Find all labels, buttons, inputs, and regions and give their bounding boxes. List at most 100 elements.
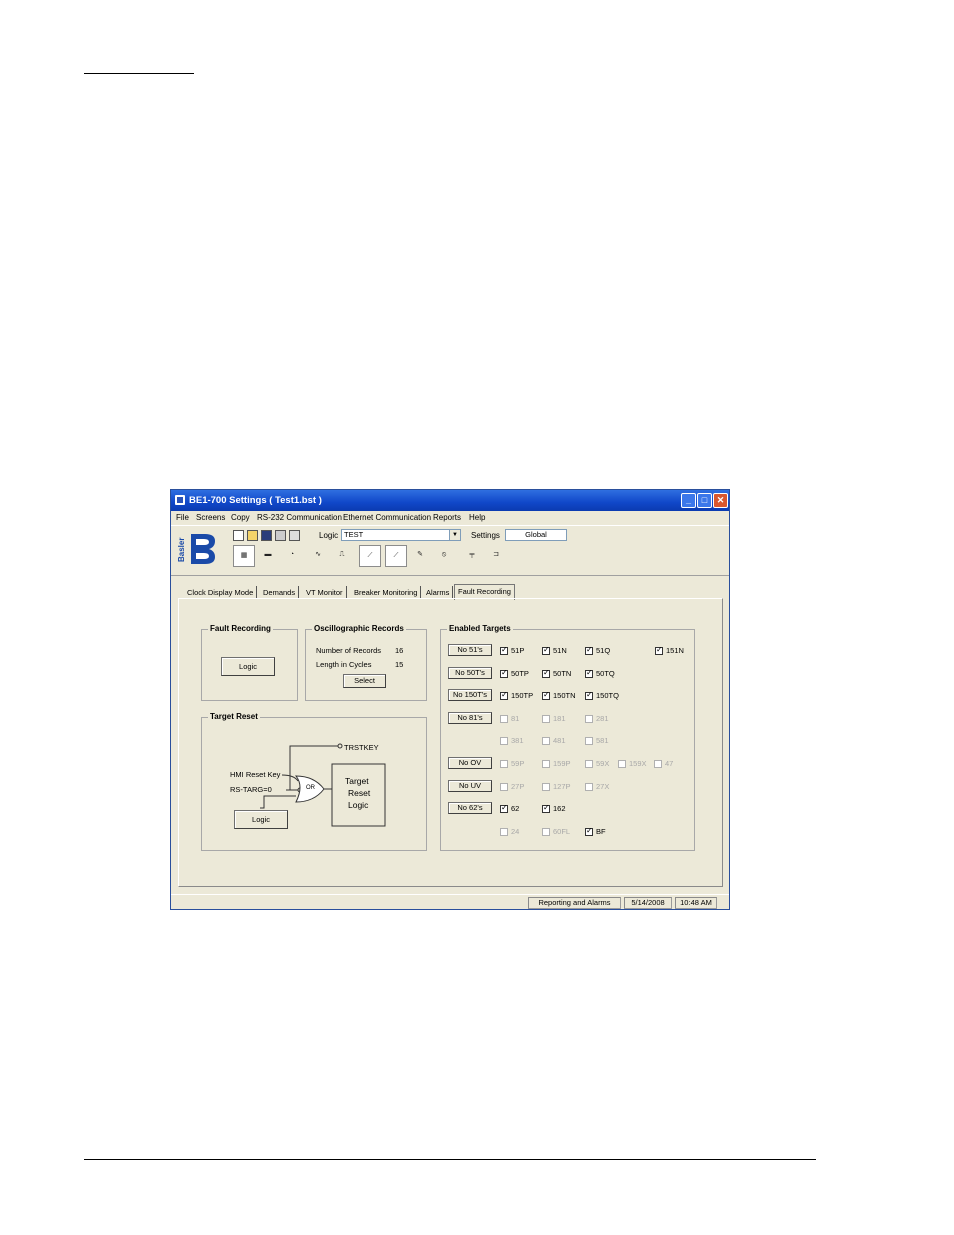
window-title: BE1-700 Settings ( Test1.bst ) [189, 495, 322, 506]
menu-copy[interactable]: Copy [231, 513, 250, 522]
waveform-icon[interactable]: ∿ [307, 545, 329, 567]
checkbox-50tq[interactable] [585, 668, 593, 678]
title-bar[interactable]: BE1-700 Settings ( Test1.bst ) _ □ ✕ [171, 490, 729, 511]
records-label: Number of Records [316, 646, 382, 655]
fault-recording-group: Fault Recording Logic [201, 624, 298, 701]
settings-value[interactable]: Global [505, 529, 567, 541]
protection-icon[interactable]: ⟋ [359, 545, 381, 567]
maximize-button[interactable]: □ [697, 493, 712, 508]
general-settings-icon[interactable]: ▦ [233, 545, 255, 567]
no-62s-button[interactable]: No 62's [448, 802, 492, 814]
label-51n: 51N [553, 646, 567, 655]
status-time: 10:48 AM [675, 897, 717, 909]
checkbox-481[interactable] [542, 737, 550, 745]
or-gate-label: OR [306, 785, 315, 791]
menu-help[interactable]: Help [469, 513, 485, 522]
new-file-icon[interactable] [233, 530, 244, 541]
label-159p: 159P [553, 759, 571, 768]
no-50ts-button[interactable]: No 50T's [448, 667, 492, 679]
checkbox-281[interactable] [585, 715, 593, 723]
output-icon[interactable]: ⊐ [485, 545, 507, 567]
checkbox-159p[interactable] [542, 760, 550, 768]
label-51q: 51Q [596, 646, 611, 655]
checkbox-51p[interactable] [500, 645, 508, 655]
logic-select[interactable]: TEST ▼ [341, 529, 461, 541]
label-60fl: 60FL [553, 827, 571, 836]
timer-icon[interactable]: ⟋ [385, 545, 407, 567]
label-151n: 151N [666, 646, 684, 655]
open-folder-icon[interactable] [247, 530, 258, 541]
plug-icon[interactable]: ✎ [409, 545, 431, 567]
no-51s-button[interactable]: No 51's [448, 644, 492, 656]
menu-reports[interactable]: Reports [433, 513, 461, 522]
checkbox-150tq[interactable] [585, 690, 593, 700]
print-preview-icon[interactable] [289, 530, 300, 541]
no-150ts-button[interactable]: No 150T's [448, 689, 492, 701]
brand-text: Basler [177, 537, 186, 563]
logic-label: Logic [319, 531, 339, 540]
logo-b-icon [191, 534, 215, 564]
label-27x: 27X [596, 782, 610, 791]
label-150tp: 150TP [511, 691, 534, 700]
print-icon[interactable] [275, 530, 286, 541]
trip-icon[interactable]: ╤ [461, 545, 483, 567]
menu-rs232[interactable]: RS-232 Communication [257, 513, 342, 522]
label-47: 47 [665, 759, 674, 768]
checkbox-181[interactable] [542, 715, 550, 723]
menu-screens[interactable]: Screens [196, 513, 225, 522]
checkbox-81[interactable] [500, 715, 508, 723]
checkbox-127p[interactable] [542, 783, 550, 791]
save-icon[interactable] [261, 530, 272, 541]
fault-logic-button[interactable]: Logic [221, 657, 275, 676]
communication-icon[interactable]: ▬ [257, 545, 279, 567]
oscillographic-title: Oscillographic Records [312, 624, 406, 633]
label-281: 281 [596, 714, 609, 723]
checkbox-59p[interactable] [500, 760, 508, 768]
checkbox-50tn[interactable] [542, 668, 550, 678]
checkbox-162[interactable] [542, 803, 550, 813]
checkbox-59x[interactable] [585, 760, 593, 768]
app-icon [175, 495, 185, 505]
no-uv-button[interactable]: No UV [448, 780, 492, 792]
checkbox-51q[interactable] [585, 645, 593, 655]
no-ov-button[interactable]: No OV [448, 757, 492, 769]
pulse-icon[interactable]: ⎍ [331, 545, 353, 567]
checkbox-62[interactable] [500, 803, 508, 813]
checkbox-bf[interactable] [585, 826, 593, 836]
chevron-down-icon[interactable]: ▼ [449, 530, 460, 540]
toolbar: Basler Logic TEST ▼ Settings Global ▦ ▬ ◔… [171, 525, 729, 576]
enabled-targets-title: Enabled Targets [447, 624, 513, 633]
checkbox-24[interactable] [500, 828, 508, 836]
menu-file[interactable]: File [176, 513, 189, 522]
checkbox-47[interactable] [654, 760, 662, 768]
close-button[interactable]: ✕ [713, 493, 728, 508]
checkbox-581[interactable] [585, 737, 593, 745]
breaker-icon[interactable]: ⦸ [433, 545, 455, 567]
label-51p: 51P [511, 646, 525, 655]
footer-rule [84, 1159, 816, 1160]
label-150tn: 150TN [553, 691, 576, 700]
target-reset-logic-button[interactable]: Logic [234, 810, 288, 829]
clock-icon[interactable]: ◔ [281, 545, 303, 567]
checkbox-27x[interactable] [585, 783, 593, 791]
no-81s-button[interactable]: No 81's [448, 712, 492, 724]
menu-ethernet[interactable]: Ethernet Communication [343, 513, 431, 522]
logic-value: TEST [344, 530, 364, 539]
label-50tn: 50TN [553, 669, 572, 678]
minimize-button[interactable]: _ [681, 493, 696, 508]
target-logic-line3: Logic [348, 800, 369, 810]
basler-logo: Basler [177, 530, 219, 570]
checkbox-159x[interactable] [618, 760, 626, 768]
checkbox-51n[interactable] [542, 645, 550, 655]
checkbox-150tp[interactable] [500, 690, 508, 700]
label-162: 162 [553, 804, 566, 813]
checkbox-151n[interactable] [655, 645, 663, 655]
status-mode: Reporting and Alarms [528, 897, 621, 909]
checkbox-381[interactable] [500, 737, 508, 745]
checkbox-27p[interactable] [500, 783, 508, 791]
select-button[interactable]: Select [343, 674, 386, 688]
checkbox-60fl[interactable] [542, 828, 550, 836]
checkbox-150tn[interactable] [542, 690, 550, 700]
label-50tp: 50TP [511, 669, 529, 678]
checkbox-50tp[interactable] [500, 668, 508, 678]
